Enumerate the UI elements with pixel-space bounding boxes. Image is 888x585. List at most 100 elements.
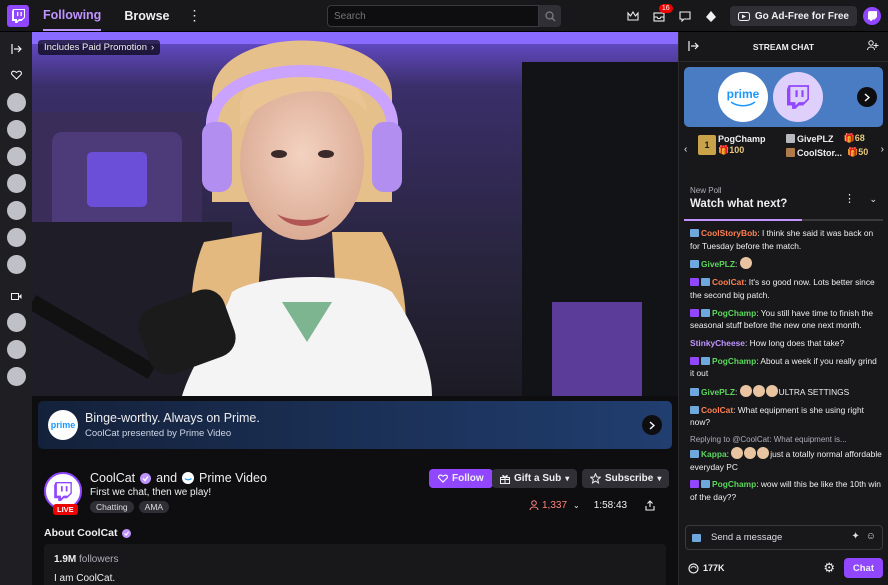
sub-badge-icon[interactable] bbox=[690, 480, 699, 489]
followed-channel-avatar[interactable] bbox=[6, 120, 26, 139]
chat-username[interactable]: Kappa bbox=[701, 449, 727, 459]
prime-video-banner[interactable]: prime Binge-worthy. Always on Prime. Coo… bbox=[38, 401, 672, 449]
paid-promotion-label[interactable]: Includes Paid Promotion › bbox=[38, 40, 161, 55]
chevron-right-icon[interactable]: › bbox=[881, 144, 884, 155]
followed-channel-avatar[interactable] bbox=[6, 93, 26, 112]
recommended-channel-avatar[interactable] bbox=[6, 340, 26, 359]
chat-message: PogChamp: About a week if you really gri… bbox=[690, 355, 882, 380]
chevron-left-icon[interactable]: ‹ bbox=[684, 144, 687, 155]
user-avatar[interactable] bbox=[863, 7, 881, 25]
twitch-logo[interactable] bbox=[7, 4, 29, 27]
prime-promo-card[interactable]: prime bbox=[684, 67, 883, 127]
mod-badge-icon[interactable] bbox=[690, 388, 699, 397]
bits-cheer-icon[interactable]: ✦ bbox=[851, 531, 859, 542]
recommended-channel-avatar[interactable] bbox=[6, 367, 26, 386]
followed-channel-avatar[interactable] bbox=[6, 201, 26, 220]
chevron-right-icon bbox=[649, 420, 655, 430]
paid-promotion-text: Includes Paid Promotion bbox=[44, 42, 147, 53]
emote-icon[interactable] bbox=[739, 257, 752, 270]
community-icon[interactable] bbox=[867, 40, 879, 53]
collapse-chat-icon[interactable] bbox=[688, 41, 699, 53]
share-icon[interactable] bbox=[645, 499, 655, 511]
sub-badge-icon[interactable] bbox=[690, 356, 699, 365]
mod-badge-icon[interactable] bbox=[690, 229, 699, 237]
more-menu-icon[interactable]: ⋮ bbox=[187, 7, 201, 24]
chat-username[interactable]: GivePLZ bbox=[701, 387, 735, 397]
gifter-entry[interactable]: CoolStor... 🎁50 bbox=[786, 147, 868, 158]
whispers-icon[interactable] bbox=[672, 0, 698, 32]
emote-icon[interactable] bbox=[765, 385, 778, 398]
tag-chatting[interactable]: Chatting bbox=[90, 501, 134, 513]
followed-channel-avatar[interactable] bbox=[6, 174, 26, 193]
mod-badge-icon[interactable] bbox=[690, 449, 699, 458]
chat-username[interactable]: CoolCat bbox=[712, 277, 744, 287]
chevron-down-icon[interactable]: ⌄ bbox=[869, 194, 877, 205]
channel-name[interactable]: CoolCat bbox=[90, 471, 135, 485]
chat-message: CoolCat: What equipment is she using rig… bbox=[690, 404, 882, 429]
prime-logo-text: prime bbox=[50, 420, 76, 430]
chat-username[interactable]: StinkyCheese bbox=[690, 338, 745, 348]
banner-next-button[interactable] bbox=[642, 415, 662, 435]
poll-title: Watch what next? bbox=[690, 198, 788, 210]
crown-icon[interactable] bbox=[620, 0, 646, 32]
about-heading: About CoolCat bbox=[44, 527, 131, 539]
mod-badge-icon[interactable] bbox=[701, 480, 710, 489]
sub-badge-icon[interactable] bbox=[690, 308, 699, 317]
chat-username[interactable]: CoolCat bbox=[701, 405, 733, 415]
ad-free-button[interactable]: Go Ad-Free for Free bbox=[729, 6, 857, 26]
followed-channel-avatar[interactable] bbox=[6, 228, 26, 247]
chat-send-button[interactable]: Chat bbox=[843, 558, 883, 578]
emote-icon[interactable] bbox=[739, 385, 752, 398]
nav-following[interactable]: Following bbox=[43, 1, 102, 31]
followed-channel-avatar[interactable] bbox=[6, 147, 26, 166]
reply-context[interactable]: Replying to @CoolCat: What equipment is.… bbox=[690, 434, 882, 447]
gifter-entry[interactable]: 1 PogChamp 🎁100 bbox=[698, 134, 766, 156]
ad-free-label: Go Ad-Free for Free bbox=[754, 10, 849, 22]
chat-header: STREAM CHAT bbox=[679, 32, 888, 62]
gifter-name: GivePLZ bbox=[797, 133, 834, 144]
nav-browse[interactable]: Browse bbox=[124, 9, 169, 23]
chevron-down-icon[interactable]: ⌄ bbox=[573, 501, 580, 510]
chat-text: How long does that take? bbox=[749, 337, 845, 348]
gift-sub-button[interactable]: Gift a Sub ▾ bbox=[492, 469, 578, 488]
bits-icon[interactable] bbox=[698, 0, 724, 32]
emote-icon[interactable] bbox=[731, 446, 744, 459]
gifter-name: CoolStor... bbox=[797, 147, 842, 158]
stream-chat-panel: STREAM CHAT prime ‹ 1 PogChamp 🎁100 Give… bbox=[678, 32, 888, 585]
poll-banner[interactable]: New Poll Watch what next? ⋮ ⌄ bbox=[684, 181, 883, 221]
emote-picker-icon[interactable]: ☺ bbox=[866, 531, 876, 542]
poll-more-icon[interactable]: ⋮ bbox=[844, 192, 855, 205]
channel-points[interactable]: 177K bbox=[688, 562, 725, 574]
search-input[interactable] bbox=[327, 5, 539, 27]
emote-icon[interactable] bbox=[757, 446, 770, 459]
mod-badge-icon[interactable] bbox=[701, 278, 710, 287]
emote-icon[interactable] bbox=[752, 385, 765, 398]
expand-sidebar-icon[interactable] bbox=[10, 41, 22, 57]
video-player[interactable]: Includes Paid Promotion › bbox=[32, 32, 678, 396]
mod-badge-icon[interactable] bbox=[701, 356, 710, 365]
mod-badge-icon[interactable] bbox=[690, 260, 699, 269]
partner-name[interactable]: Prime Video bbox=[199, 471, 267, 485]
chat-username[interactable]: GivePLZ bbox=[701, 259, 735, 269]
carousel-next-button[interactable] bbox=[857, 87, 877, 107]
recommended-channel-avatar[interactable] bbox=[6, 313, 26, 332]
mod-badge-icon[interactable] bbox=[701, 308, 710, 317]
chat-settings-icon[interactable]: ⚙ bbox=[823, 560, 835, 576]
chat-input-field[interactable]: Send a message ✦ ☺ bbox=[685, 525, 883, 550]
chat-username[interactable]: PogChamp bbox=[712, 479, 756, 489]
tag-ama[interactable]: AMA bbox=[138, 501, 170, 513]
chat-username[interactable]: PogChamp bbox=[712, 356, 756, 366]
emote-icon[interactable] bbox=[744, 446, 757, 459]
gifter-entry[interactable]: GivePLZ 🎁68 bbox=[786, 133, 865, 144]
chat-username[interactable]: CoolStoryBob bbox=[701, 228, 757, 238]
sub-badge-icon[interactable] bbox=[690, 278, 699, 287]
followers-number: 1.9M bbox=[54, 554, 77, 565]
search-button[interactable] bbox=[539, 5, 561, 27]
subscribe-button[interactable]: Subscribe ▾ bbox=[582, 469, 670, 488]
followed-channel-avatar[interactable] bbox=[6, 255, 26, 274]
inbox-icon[interactable]: 16 bbox=[646, 0, 673, 32]
mod-badge-icon[interactable] bbox=[690, 405, 699, 414]
subscribe-label: Subscribe bbox=[605, 473, 654, 484]
follow-button[interactable]: Follow bbox=[429, 469, 493, 488]
chat-username[interactable]: PogChamp bbox=[712, 308, 756, 318]
